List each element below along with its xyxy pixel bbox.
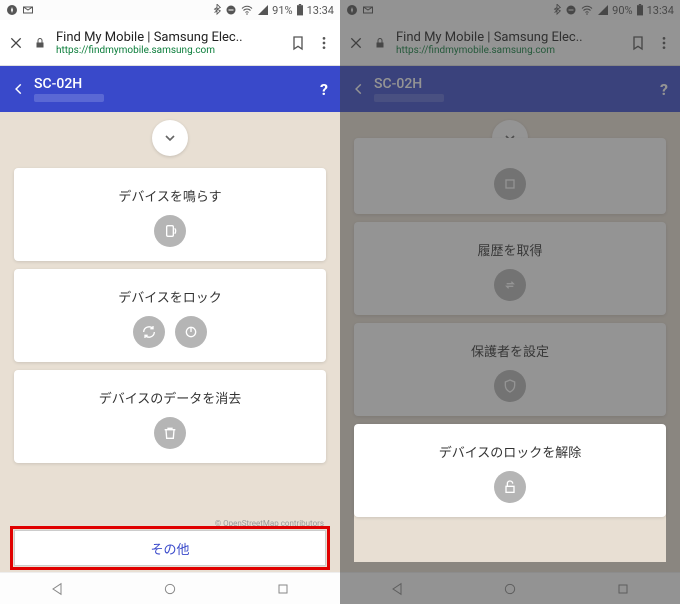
mail-icon <box>362 4 374 16</box>
status-bar: 90% 13:34 <box>340 0 680 20</box>
lock-icon <box>374 36 386 50</box>
card-title: デバイスを鳴らす <box>118 186 221 205</box>
dnd-icon <box>225 4 237 16</box>
card-title: デバイスのデータを消去 <box>99 388 242 407</box>
phone-right: 90% 13:34 Find My Mobile | Samsung Elec.… <box>340 0 680 604</box>
card-set-guardian[interactable]: 保護者を設定 <box>354 323 666 416</box>
nav-home-icon[interactable] <box>162 581 178 597</box>
nav-back-icon[interactable] <box>49 581 65 597</box>
time-text: 13:34 <box>647 4 674 17</box>
nav-back-icon[interactable] <box>389 581 405 597</box>
dnd-icon <box>565 4 577 16</box>
page-url: https://findmymobile.samsung.com <box>396 45 620 56</box>
wifi-icon <box>240 4 254 16</box>
card-unlock-device[interactable]: デバイスのロックを解除 <box>354 424 666 517</box>
bluetooth-icon <box>552 4 562 16</box>
refresh-icon <box>133 316 165 348</box>
ring-icon <box>154 215 186 247</box>
url-area[interactable]: Find My Mobile | Samsung Elec.. https://… <box>56 30 280 56</box>
compass-icon <box>346 4 358 16</box>
card-title: 履歴を取得 <box>477 240 542 259</box>
nav-recent-icon[interactable] <box>275 581 291 597</box>
shield-icon <box>494 370 526 402</box>
map-credit: © OpenStreetMap contributors <box>215 519 324 528</box>
content-area: 履歴を取得 保護者を設定 デバイスのロックを解除 <box>340 112 680 572</box>
device-name: SC-02H <box>34 76 104 92</box>
page-title: Find My Mobile | Samsung Elec.. <box>56 30 280 45</box>
bluetooth-icon <box>212 4 222 16</box>
other-button[interactable]: その他 <box>14 530 326 566</box>
card-title: デバイスをロック <box>118 287 222 306</box>
close-icon[interactable] <box>348 35 364 51</box>
close-icon[interactable] <box>8 35 24 51</box>
signal-icon <box>597 4 609 16</box>
browser-bar: Find My Mobile | Samsung Elec.. https://… <box>0 20 340 66</box>
url-area[interactable]: Find My Mobile | Samsung Elec.. https://… <box>396 30 620 56</box>
back-icon[interactable] <box>352 82 366 96</box>
help-icon[interactable]: ? <box>660 80 668 99</box>
android-nav-bar <box>0 572 340 604</box>
bookmark-icon[interactable] <box>630 35 646 51</box>
card-partial-top[interactable] <box>354 138 666 214</box>
card-get-history[interactable]: 履歴を取得 <box>354 222 666 315</box>
nav-recent-icon[interactable] <box>615 581 631 597</box>
unlock-icon <box>494 471 526 503</box>
card-title: 保護者を設定 <box>471 341 549 360</box>
wifi-icon <box>580 4 594 16</box>
battery-icon <box>296 4 304 16</box>
app-header: SC-02H ? <box>0 66 340 112</box>
battery-text: 90% <box>612 4 632 17</box>
page-url: https://findmymobile.samsung.com <box>56 45 280 56</box>
back-icon[interactable] <box>12 82 26 96</box>
card-erase-data[interactable]: デバイスのデータを消去 <box>14 370 326 463</box>
mail-icon <box>22 4 34 16</box>
phone-left: 91% 13:34 Find My Mobile | Samsung Elec.… <box>0 0 340 604</box>
page-title: Find My Mobile | Samsung Elec.. <box>396 30 620 45</box>
battery-text: 91% <box>272 4 292 17</box>
power-lock-icon <box>175 316 207 348</box>
device-name: SC-02H <box>374 76 444 92</box>
card-title: デバイスのロックを解除 <box>439 442 582 461</box>
more-icon[interactable] <box>316 35 332 51</box>
more-icon[interactable] <box>656 35 672 51</box>
swap-icon <box>494 269 526 301</box>
bookmark-icon[interactable] <box>290 35 306 51</box>
android-nav-bar <box>340 572 680 604</box>
lock-icon <box>34 36 46 50</box>
status-bar: 91% 13:34 <box>0 0 340 20</box>
device-subtext <box>34 94 104 102</box>
help-icon[interactable]: ? <box>320 80 328 99</box>
trash-icon <box>154 417 186 449</box>
device-subtext <box>374 94 444 102</box>
other-button-label: その他 <box>150 539 189 558</box>
signal-icon <box>257 4 269 16</box>
card-lock-device[interactable]: デバイスをロック <box>14 269 326 362</box>
backup-icon <box>494 168 526 200</box>
compass-icon <box>6 4 18 16</box>
content-area: デバイスを鳴らす デバイスをロック デバイスのデータを消去 © OpenStre… <box>0 112 340 572</box>
collapse-button[interactable] <box>152 120 188 156</box>
card-ring-device[interactable]: デバイスを鳴らす <box>14 168 326 261</box>
nav-home-icon[interactable] <box>502 581 518 597</box>
battery-icon <box>636 4 644 16</box>
time-text: 13:34 <box>307 4 334 17</box>
browser-bar: Find My Mobile | Samsung Elec.. https://… <box>340 20 680 66</box>
app-header: SC-02H ? <box>340 66 680 112</box>
